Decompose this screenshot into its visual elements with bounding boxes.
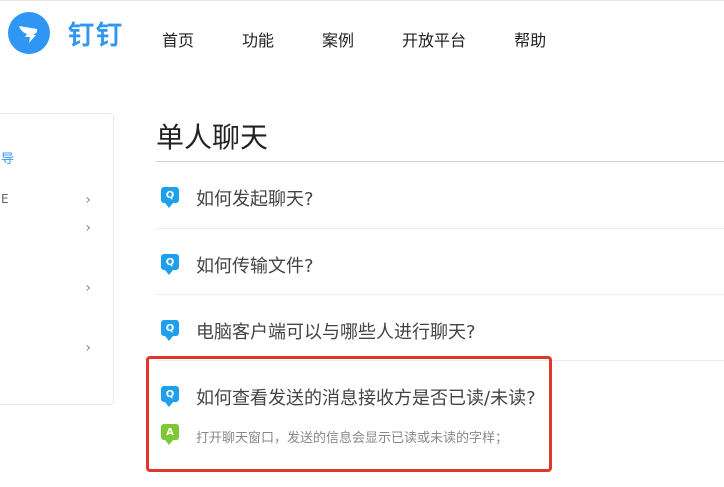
brand-logo[interactable]: 钉钉 (8, 12, 124, 54)
sidebar-item-label: E (1, 192, 9, 206)
nav-item-open-platform[interactable]: 开放平台 (402, 27, 466, 51)
chevron-right-icon: › (85, 192, 91, 208)
faq-question[interactable]: 如何发起聊天? (196, 185, 314, 211)
page-title: 单人聊天 (156, 121, 269, 154)
sidebar-item[interactable]: › (0, 340, 113, 360)
sidebar-item[interactable]: › (0, 280, 113, 300)
title-divider (156, 161, 724, 162)
chevron-right-icon: › (85, 220, 91, 236)
nav-item-home[interactable]: 首页 (162, 27, 194, 51)
nav-item-help[interactable]: 帮助 (514, 27, 546, 51)
brand-name: 钉钉 (68, 20, 125, 51)
dingtalk-wing-icon (8, 12, 50, 54)
nav-item-features[interactable]: 功能 (242, 27, 274, 51)
nav-item-cases[interactable]: 案例 (322, 27, 354, 51)
sidebar-item[interactable]: E › (0, 192, 113, 212)
chevron-right-icon: › (85, 340, 91, 356)
question-badge-icon: Q (161, 187, 179, 208)
faq-question[interactable]: 电脑客户端可以与哪些人进行聊天? (196, 318, 476, 344)
question-badge-icon: Q (161, 254, 179, 275)
faq-question[interactable]: 如何传输文件? (196, 252, 314, 278)
question-badge-icon: Q (161, 320, 179, 341)
faq-divider (156, 228, 724, 229)
faq-divider (156, 294, 724, 295)
sidebar-item[interactable]: › (0, 220, 113, 240)
top-nav: 首页 功能 案例 开放平台 帮助 (162, 27, 594, 51)
sidebar-heading[interactable]: 导 (1, 148, 14, 167)
sidebar: 导 E › › › › (0, 113, 114, 405)
chevron-right-icon: › (85, 280, 91, 296)
highlight-annotation-box (146, 356, 552, 472)
top-border (0, 0, 724, 1)
